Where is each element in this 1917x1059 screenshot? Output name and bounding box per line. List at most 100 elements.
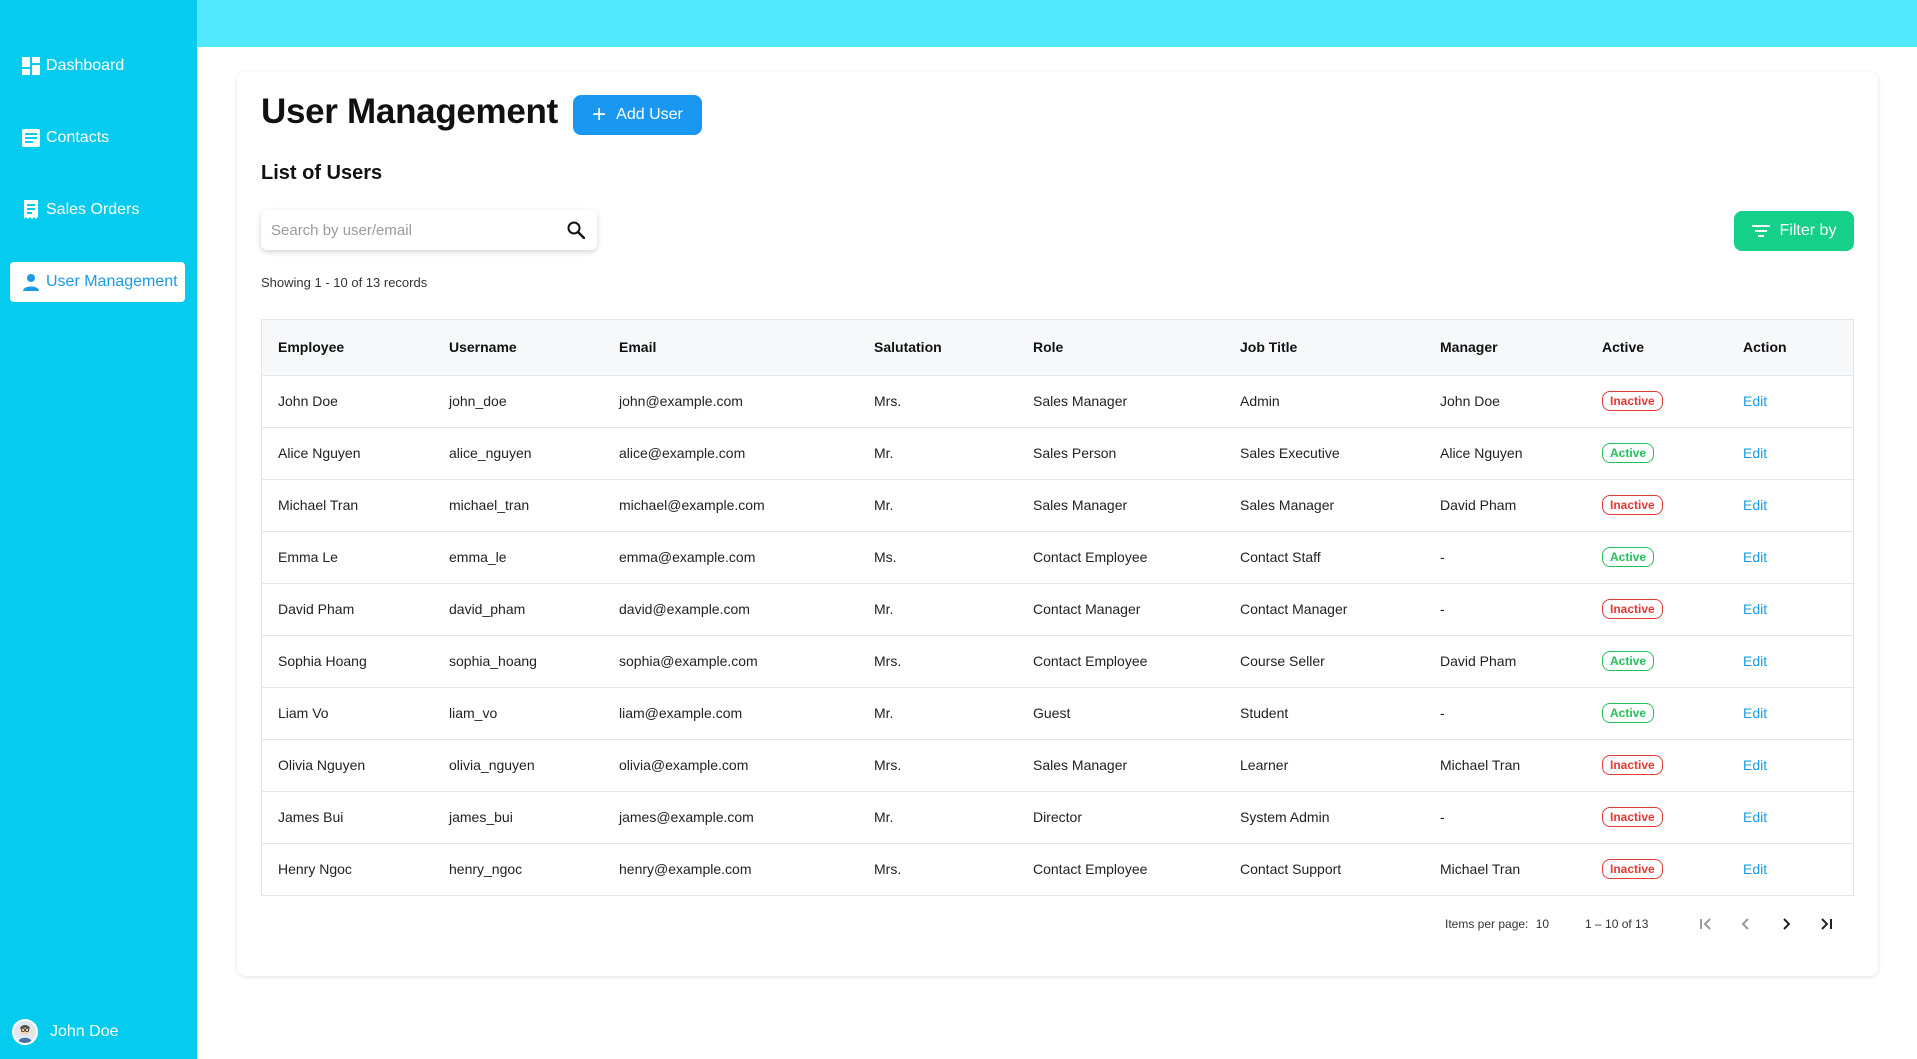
cell-action: Edit (1727, 843, 1853, 895)
cell-action: Edit (1727, 635, 1853, 687)
column-header-employee[interactable]: Employee (262, 320, 433, 375)
cell-job-title: Sales Executive (1240, 445, 1340, 461)
previous-page-icon[interactable] (1731, 909, 1761, 939)
cell-role: Contact Employee (1033, 861, 1148, 878)
status-badge: Active (1602, 547, 1655, 567)
column-header-username[interactable]: Username (433, 320, 603, 375)
table-row: David Pham david_pham david@example.com Mr.… (262, 583, 1853, 635)
user-profile[interactable]: John Doe (12, 1019, 119, 1045)
table-row: James Bui james_bui james@example.com Mr. Di… (262, 791, 1853, 843)
next-page-icon[interactable] (1771, 909, 1801, 939)
cell-username: henry_ngoc (449, 861, 523, 878)
cell-action: Edit (1727, 531, 1853, 583)
search-input[interactable] (271, 221, 565, 239)
column-header-active[interactable]: Active (1586, 320, 1727, 375)
cell-manager: - (1440, 549, 1445, 565)
cell-username: sophia_hoang (449, 653, 537, 669)
status-badge: Inactive (1602, 859, 1663, 880)
cell-active: Inactive (1586, 583, 1727, 635)
cell-action: Edit (1727, 375, 1853, 427)
cell-email: henry@example.com (619, 861, 752, 878)
column-header-salutation[interactable]: Salutation (858, 320, 1017, 375)
sidebar-item-user-management[interactable]: User Management (10, 262, 185, 302)
cell-employee: David Pham (278, 601, 355, 617)
sidebar-item-sales-orders[interactable]: Sales Orders (10, 190, 185, 230)
status-badge: Active (1602, 443, 1655, 463)
cell-action: Edit (1727, 739, 1853, 791)
edit-link[interactable]: Edit (1743, 809, 1767, 825)
status-badge: Inactive (1602, 391, 1663, 411)
status-badge: Inactive (1602, 495, 1663, 515)
cell-active: Active (1586, 427, 1727, 479)
contacts-icon (21, 128, 41, 148)
sidebar-item-contacts[interactable]: Contacts (10, 118, 185, 158)
avatar (12, 1019, 38, 1045)
edit-link[interactable]: Edit (1743, 653, 1767, 669)
cell-job-title: Sales Manager (1240, 497, 1335, 513)
add-user-button[interactable]: + Add User (573, 95, 702, 135)
edit-link[interactable]: Edit (1743, 445, 1767, 461)
cell-job-title: Contact Staff (1240, 549, 1321, 565)
edit-link[interactable]: Edit (1743, 757, 1767, 773)
column-header-email[interactable]: Email (603, 320, 858, 375)
edit-link[interactable]: Edit (1743, 861, 1767, 877)
filter-button[interactable]: Filter by (1734, 211, 1854, 251)
filter-label: Filter by (1779, 222, 1837, 239)
column-header-manager[interactable]: Manager (1424, 320, 1586, 375)
search-icon[interactable] (565, 219, 587, 241)
dashboard-icon (21, 56, 41, 76)
column-header-job-title[interactable]: Job Title (1224, 320, 1424, 375)
table-header-row: Employee Username Email Salutation Role … (262, 320, 1853, 375)
items-per-page[interactable]: Items per page: 10 (1445, 917, 1549, 931)
edit-link[interactable]: Edit (1743, 601, 1767, 617)
edit-link[interactable]: Edit (1743, 393, 1767, 409)
cell-job-title: Contact Manager (1240, 601, 1348, 617)
cell-active: Active (1586, 687, 1727, 739)
sidebar-item-label: Dashboard (46, 57, 125, 74)
cell-username: alice_nguyen (449, 445, 532, 461)
search-box (261, 210, 597, 250)
column-header-role[interactable]: Role (1017, 320, 1224, 375)
cell-job-title: Admin (1240, 393, 1280, 409)
filter-icon (1751, 224, 1770, 238)
sidebar-item-label: Contacts (46, 129, 110, 146)
cell-role: Sales Manager (1033, 757, 1128, 773)
page-title: User Management (261, 92, 558, 131)
cell-role: Contact Manager (1033, 601, 1141, 617)
cell-username: michael_tran (449, 497, 530, 513)
cell-salutation: Mr. (874, 601, 894, 617)
cell-manager: - (1440, 705, 1445, 721)
cell-email: sophia@example.com (619, 653, 758, 669)
cell-email: liam@example.com (619, 705, 743, 721)
plus-icon: + (592, 101, 607, 128)
items-per-page-value[interactable]: 10 (1536, 917, 1549, 931)
cell-salutation: Mr. (874, 809, 894, 825)
status-badge: Inactive (1602, 755, 1663, 775)
cell-job-title: Student (1240, 705, 1289, 721)
edit-link[interactable]: Edit (1743, 705, 1767, 721)
first-page-icon[interactable] (1691, 909, 1721, 939)
cell-email: emma@example.com (619, 549, 756, 565)
cell-job-title: Course Seller (1240, 653, 1325, 669)
sidebar-item-dashboard[interactable]: Dashboard (10, 46, 185, 86)
cell-manager: John Doe (1440, 393, 1500, 409)
pagination: Items per page: 10 1 – 10 of 13 (237, 909, 1878, 939)
table-row: Henry Ngoc henry_ngoc henry@example.com Mrs… (262, 843, 1853, 895)
cell-role: Director (1033, 809, 1083, 825)
cell-email: alice@example.com (619, 445, 746, 461)
edit-link[interactable]: Edit (1743, 497, 1767, 513)
status-badge: Active (1602, 651, 1655, 671)
cell-job-title: Learner (1240, 757, 1289, 773)
cell-job-title: System Admin (1240, 809, 1330, 825)
cell-salutation: Mr. (874, 445, 894, 461)
users-table: Employee Username Email Salutation Role … (261, 319, 1854, 896)
cell-employee: John Doe (278, 393, 338, 409)
cell-role: Guest (1033, 705, 1071, 721)
add-user-label: Add User (616, 106, 683, 123)
table-row: Michael Tran michael_tran michael@example.… (262, 479, 1853, 531)
cell-action: Edit (1727, 583, 1853, 635)
cell-active: Inactive (1586, 843, 1727, 895)
cell-employee: Michael Tran (278, 497, 359, 513)
edit-link[interactable]: Edit (1743, 549, 1767, 565)
last-page-icon[interactable] (1811, 909, 1841, 939)
